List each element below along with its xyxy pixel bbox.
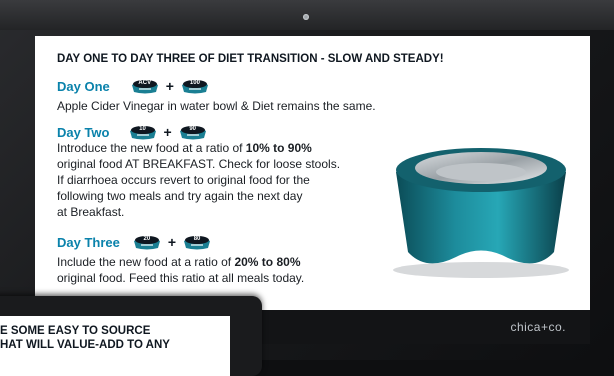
- day-two-line5: at Breakfast.: [57, 205, 125, 219]
- camera-icon: [303, 14, 309, 20]
- bowl-label: 10: [139, 126, 146, 132]
- plus-icon: +: [167, 234, 177, 250]
- day-three-line2: original food. Feed this ratio at all me…: [57, 271, 305, 285]
- plus-icon: +: [163, 124, 172, 140]
- day-two-line2: original food AT BREAKFAST. Check for lo…: [57, 157, 341, 171]
- bowl-label: 20: [143, 236, 151, 242]
- bowl-icon: 20: [132, 234, 162, 250]
- brand-logo: chica+co.: [510, 320, 566, 334]
- pet-bowl-image: [386, 132, 576, 282]
- plus-icon: +: [165, 78, 174, 94]
- day-one-text: Apple Cider Vinegar in water bowl & Diet…: [57, 99, 376, 113]
- bowl-label: ACV: [138, 80, 152, 86]
- second-screen-line2: HAT WILL VALUE-ADD TO ANY: [0, 339, 170, 351]
- day-two-text: Introduce the new food at a ratio of 10%…: [57, 140, 340, 220]
- page-title: DAY ONE TO DAY THREE OF DIET TRANSITION …: [57, 53, 444, 65]
- bowl-label: 100: [189, 80, 200, 86]
- day-two-header: Day Two 10 + 90: [57, 124, 208, 140]
- day-three-text: Include the new food at a ratio of 20% t…: [57, 254, 304, 286]
- bowl-icon: ACV: [130, 78, 160, 94]
- bowl-icon: 80: [182, 234, 212, 250]
- second-screen-line1: E SOME EASY TO SOURCE: [0, 325, 151, 337]
- bowl-label: 80: [193, 236, 201, 242]
- day-three-label: Day Three: [57, 234, 120, 250]
- day-three-ratio: 20% to 80%: [234, 255, 301, 269]
- second-screen-heading: E SOME EASY TO SOURCE HAT WILL VALUE-ADD…: [0, 324, 170, 352]
- day-one-header: Day One ACV + 100: [57, 78, 210, 94]
- second-tablet-screen: E SOME EASY TO SOURCE HAT WILL VALUE-ADD…: [0, 316, 230, 376]
- day-two-line3: If diarrhoea occurs revert to original f…: [57, 173, 310, 187]
- bowl-icon: 90: [178, 124, 208, 140]
- bowl-icon: 10: [128, 124, 158, 140]
- day-three-header: Day Three 20 + 80: [57, 234, 212, 250]
- day-two-ratio: 10% to 90%: [245, 141, 312, 155]
- day-two-line4: following two meals and try again the ne…: [57, 189, 303, 203]
- second-tablet-frame: E SOME EASY TO SOURCE HAT WILL VALUE-ADD…: [0, 296, 262, 376]
- day-three-line1: Include the new food at a ratio of: [57, 255, 235, 269]
- day-two-line1: Introduce the new food at a ratio of: [57, 141, 246, 155]
- day-two-label: Day Two: [57, 124, 110, 140]
- bowl-icon: 100: [180, 78, 210, 94]
- day-one-label: Day One: [57, 78, 110, 94]
- bowl-label: 90: [189, 126, 197, 132]
